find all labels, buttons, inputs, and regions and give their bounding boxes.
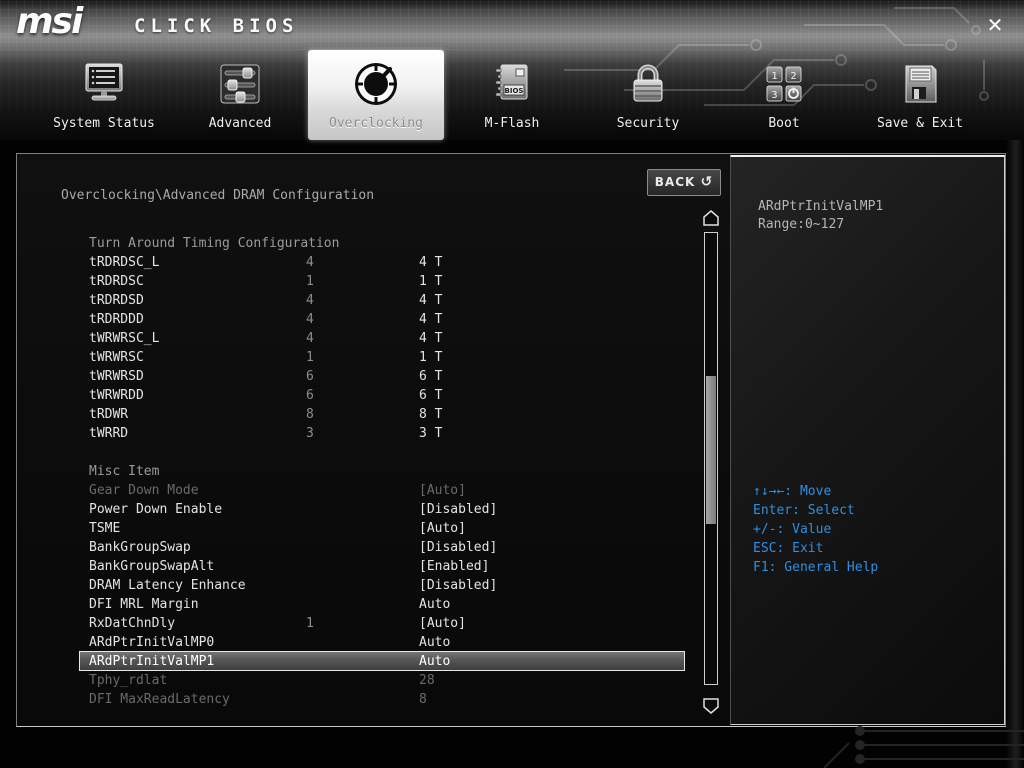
key-legend-select: Enter: Select — [753, 503, 855, 518]
boot-icon: 1 2 3 — [716, 56, 852, 112]
scroll-up-icon[interactable] — [703, 210, 719, 226]
tab-label: M-Flash — [484, 116, 540, 131]
scrollbar-track[interactable] — [704, 232, 718, 685]
advanced-icon — [172, 56, 308, 112]
tab-label: Advanced — [208, 116, 272, 131]
breadcrumb: Overclocking\Advanced DRAM Configuration — [61, 188, 375, 203]
right-edge-glow — [1006, 140, 1024, 768]
svg-text:BIOS: BIOS — [505, 87, 524, 95]
setting-row-ardptrinitvalmp0[interactable]: ARdPtrInitValMP0 Auto — [17, 633, 717, 652]
setting-row-gear-down-mode: Gear Down Mode [Auto] — [89, 483, 466, 498]
tab-system-status[interactable]: System Status — [36, 50, 172, 140]
m-flash-icon: BIOS — [444, 56, 580, 112]
security-icon — [580, 56, 716, 112]
system-status-icon — [36, 56, 172, 112]
setting-row-tRDRDSC[interactable]: tRDRDSC 1 1 T — [17, 272, 717, 291]
setting-row-bankgroupswap[interactable]: BankGroupSwap [Disabled] — [17, 538, 717, 557]
setting-row-bankgroupswapalt[interactable]: BankGroupSwapAlt [Enabled] — [17, 557, 717, 576]
key-legend-general-help: F1: General Help — [753, 560, 879, 575]
key-legend-exit: ESC: Exit — [753, 541, 824, 556]
tab-label: System Status — [53, 116, 155, 131]
setting-row-tphy-rdlat: Tphy_rdlat 28 — [89, 673, 435, 688]
back-button[interactable]: BACK ↺ — [647, 169, 721, 196]
help-item-range: Range:0~127 — [758, 217, 845, 232]
setting-row-rxdatchndly[interactable]: RxDatChnDly 1 [Auto] — [17, 614, 717, 633]
setting-row-power-down-enable[interactable]: Power Down Enable [Disabled] — [17, 500, 717, 519]
setting-row-tWRWRSD[interactable]: tWRWRSD 6 6 T — [17, 367, 717, 386]
save-exit-icon — [852, 56, 988, 112]
key-legend: ↑↓→←: Move Enter: Select +/-: Value ESC:… — [753, 482, 878, 577]
setting-row-tWRWRSC_L[interactable]: tWRWRSC_L 4 4 T — [17, 329, 717, 348]
bios-screen: msi CLICK BIOS ✕ System Status Advanced … — [0, 0, 1024, 768]
setting-row-tRDWR[interactable]: tRDWR 8 8 T — [17, 405, 717, 424]
setting-row-tRDRDSC_L[interactable]: tRDRDSC_L 4 4 T — [17, 253, 717, 272]
help-panel: ARdPtrInitValMP1 Range:0~127 ↑↓→←: Move … — [730, 155, 1005, 725]
tab-advanced[interactable]: Advanced — [172, 50, 308, 140]
tab-save-exit[interactable]: Save & Exit — [852, 50, 988, 140]
svg-text:3: 3 — [771, 90, 777, 101]
overclocking-icon — [308, 56, 444, 112]
svg-text:2: 2 — [790, 71, 796, 82]
setting-row-tsme[interactable]: TSME [Auto] — [17, 519, 717, 538]
back-arrow-icon: ↺ — [700, 174, 714, 190]
header-bar: msi CLICK BIOS ✕ System Status Advanced … — [0, 0, 1024, 140]
setting-row-tWRRD[interactable]: tWRRD 3 3 T — [17, 424, 717, 443]
setting-row-dram-latency-enhance[interactable]: DRAM Latency Enhance [Disabled] — [17, 576, 717, 595]
setting-row-tWRWRSC[interactable]: tWRWRSC 1 1 T — [17, 348, 717, 367]
setting-row-tRDRDSD[interactable]: tRDRDSD 4 4 T — [17, 291, 717, 310]
section-misc-item: Misc Item — [89, 464, 160, 479]
circuit-trace-decoration-bottom — [824, 726, 1024, 768]
tab-bar: System Status Advanced Overclocking BIOS… — [36, 50, 988, 140]
scrollbar-thumb[interactable] — [706, 376, 716, 524]
setting-row-ardptrinitvalmp1-selected[interactable]: ARdPtrInitValMP1 Auto — [79, 651, 685, 671]
tab-overclocking[interactable]: Overclocking — [308, 50, 444, 140]
tab-security[interactable]: Security — [580, 50, 716, 140]
help-item-name: ARdPtrInitValMP1 — [758, 199, 884, 214]
scroll-down-icon[interactable] — [703, 698, 719, 714]
msi-logo: msi — [16, 1, 83, 42]
section-turn-around-timing: Turn Around Timing Configuration — [89, 236, 340, 251]
close-icon[interactable]: ✕ — [982, 12, 1008, 38]
tab-label: Save & Exit — [876, 116, 964, 131]
tab-boot[interactable]: 1 2 3 Boot — [716, 50, 852, 140]
svg-text:1: 1 — [771, 71, 777, 82]
key-legend-move: ↑↓→←: Move — [753, 484, 832, 499]
click-bios-brand: CLICK BIOS — [134, 15, 299, 37]
tab-label: Security — [616, 116, 680, 131]
tab-label: Overclocking — [329, 116, 423, 131]
back-button-label: BACK — [654, 175, 696, 189]
tab-m-flash[interactable]: BIOS M-Flash — [444, 50, 580, 140]
tab-label: Boot — [768, 116, 800, 131]
setting-row-tWRWRDD[interactable]: tWRWRDD 6 6 T — [17, 386, 717, 405]
key-legend-value: +/-: Value — [753, 522, 832, 537]
setting-row-dfi-maxreadlatency: DFI MaxReadLatency 8 — [89, 692, 427, 707]
setting-row-dfi-mrl-margin[interactable]: DFI MRL Margin Auto — [17, 595, 717, 614]
setting-row-tRDRDDD[interactable]: tRDRDDD 4 4 T — [17, 310, 717, 329]
